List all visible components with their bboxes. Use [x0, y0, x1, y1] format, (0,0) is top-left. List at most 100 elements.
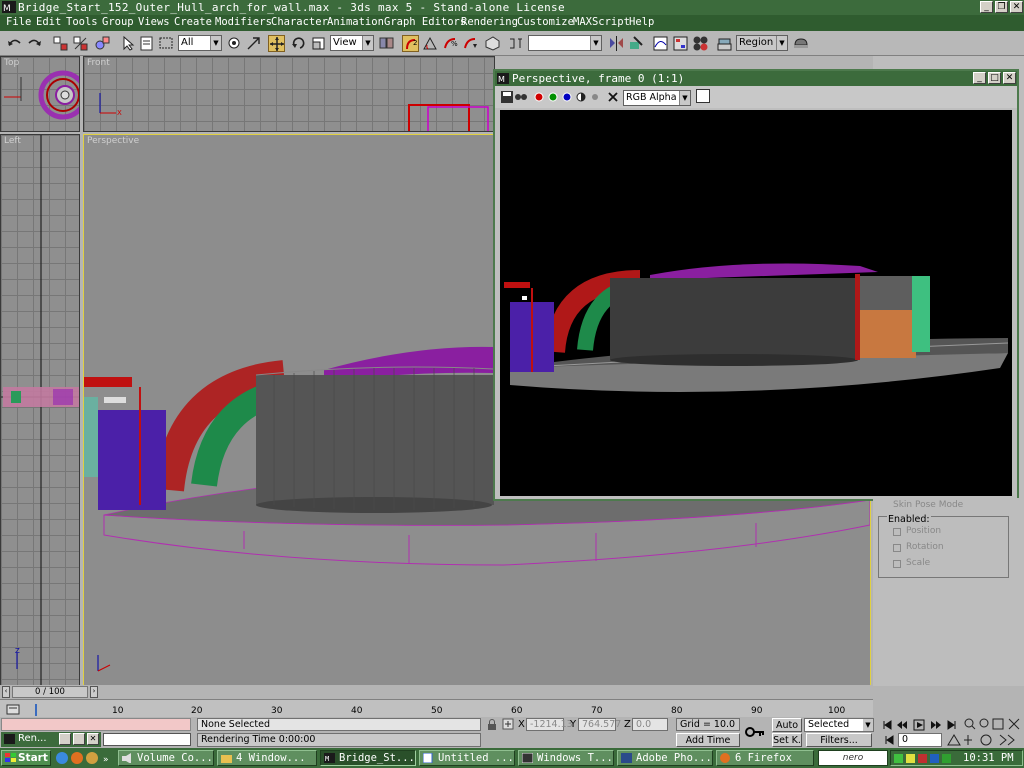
use-pivot-point-center-icon[interactable] — [378, 35, 395, 52]
task-3ds-max[interactable]: M Bridge_St... — [320, 750, 416, 766]
current-frame-field[interactable]: 0 — [898, 733, 942, 747]
select-and-link-icon[interactable] — [52, 35, 69, 52]
menu-maxscript[interactable]: MAXScript — [573, 16, 630, 28]
key-filters-button[interactable]: Filters... — [806, 733, 872, 747]
next-frame-arrow-icon[interactable]: › — [90, 686, 98, 698]
listener-close-button[interactable]: ✕ — [87, 733, 99, 745]
named-selection-set-dropdown[interactable]: ▼ — [528, 35, 602, 51]
menu-edit[interactable]: Edit — [36, 16, 61, 28]
select-by-name-icon[interactable] — [139, 35, 156, 52]
key-filter-dropdown[interactable]: Selected ▼ — [804, 718, 874, 732]
task-untitled[interactable]: Untitled ... — [419, 750, 515, 766]
z-coordinate-field[interactable]: 0.0 — [632, 718, 668, 731]
render-close-button[interactable]: ✕ — [1003, 72, 1016, 84]
redo-icon[interactable] — [26, 35, 43, 52]
scale-checkbox[interactable] — [893, 560, 901, 568]
position-checkbox[interactable] — [893, 528, 901, 536]
menu-modifiers[interactable]: Modifiers — [215, 16, 272, 28]
auto-key-button[interactable]: Auto — [772, 718, 802, 732]
task-volume-control[interactable]: Volume Co... — [118, 750, 214, 766]
maxscript-mini-listener-title[interactable]: Ren... ✕ — [1, 732, 101, 747]
track-bar[interactable]: 10 20 30 40 50 60 70 80 90 100 — [0, 699, 873, 717]
red-channel-icon[interactable] — [533, 91, 545, 103]
select-and-rotate-icon[interactable] — [290, 35, 307, 52]
maxscript-input[interactable] — [103, 733, 191, 746]
task-windows-task-manager[interactable]: Windows T... — [518, 750, 614, 766]
task-adobe-photoshop[interactable]: Adobe Pho... — [617, 750, 713, 766]
render-scene-dialog-icon[interactable] — [716, 35, 733, 52]
green-channel-icon[interactable] — [547, 91, 559, 103]
align-icon[interactable] — [628, 35, 645, 52]
menu-animation[interactable]: Animation — [327, 16, 384, 28]
y-coordinate-field[interactable]: 764.577 — [578, 718, 621, 731]
maxscript-listener-pink[interactable] — [1, 718, 191, 731]
viewport-left[interactable]: Left Z — [0, 134, 80, 686]
display-channel-dropdown[interactable]: RGB Alpha ▼ — [623, 90, 691, 106]
select-and-move-window-icon[interactable] — [226, 35, 243, 52]
tray-icons[interactable] — [893, 752, 953, 765]
menu-rendering[interactable]: Rendering — [461, 16, 518, 28]
set-key-icon[interactable] — [744, 722, 766, 742]
task-firefox-group[interactable]: 6 Firefox — [716, 750, 814, 766]
save-bitmap-icon[interactable] — [501, 91, 513, 103]
percent-snap-icon[interactable]: % — [442, 35, 459, 52]
curve-editor-icon[interactable] — [652, 35, 669, 52]
listener-maximize-button[interactable] — [73, 733, 85, 745]
close-button[interactable]: ✕ — [1010, 1, 1023, 13]
schematic-view-icon[interactable] — [672, 35, 689, 52]
lock-selection-icon[interactable] — [486, 718, 498, 731]
skin-pose-mode-label[interactable]: Skin Pose Mode — [893, 500, 963, 510]
render-maximize-button[interactable]: □ — [988, 72, 1001, 84]
track-bar-open-icon[interactable] — [6, 702, 20, 716]
minimize-button[interactable]: _ — [980, 1, 993, 13]
clear-icon[interactable] — [607, 91, 619, 103]
render-type-dropdown[interactable]: Region ▼ — [736, 35, 788, 51]
menu-create[interactable]: Create — [174, 16, 212, 28]
menu-file[interactable]: File — [6, 16, 31, 28]
prev-frame-arrow-icon[interactable]: ‹ — [2, 686, 10, 698]
menu-group[interactable]: Group — [102, 16, 134, 28]
alpha-channel-icon[interactable] — [575, 91, 587, 103]
start-button[interactable]: Start — [1, 750, 51, 766]
key-mode-toggle-icon[interactable] — [884, 734, 896, 746]
restore-button[interactable]: ❐ — [995, 1, 1008, 13]
viewport-top[interactable]: Top — [0, 56, 80, 132]
unlink-selection-icon[interactable] — [72, 35, 89, 52]
rotation-checkbox[interactable] — [893, 544, 901, 552]
edit-named-selection-icon[interactable] — [484, 35, 501, 52]
render-window-title-bar[interactable]: M Perspective, frame 0 (1:1) _ □ ✕ — [495, 71, 1017, 86]
reference-coordinate-dropdown[interactable]: View ▼ — [330, 35, 374, 51]
render-minimize-button[interactable]: _ — [973, 72, 986, 84]
select-and-scale-icon[interactable] — [310, 35, 327, 52]
quick-render-icon[interactable] — [792, 35, 809, 52]
mirror-icon[interactable] — [608, 35, 625, 52]
named-selection-sets-icon[interactable] — [508, 35, 525, 52]
snaps-toggle-icon[interactable]: 2 — [402, 35, 419, 52]
selection-filter-dropdown[interactable]: All ▼ — [178, 35, 222, 51]
menu-views[interactable]: Views — [138, 16, 170, 28]
color-swatch[interactable] — [696, 89, 710, 103]
menu-tools[interactable]: Tools — [66, 16, 98, 28]
x-coordinate-field[interactable]: -1214.13 — [526, 718, 573, 731]
select-and-move-icon[interactable] — [268, 35, 285, 52]
bind-to-space-warp-icon[interactable] — [94, 35, 111, 52]
nero-tray-logo[interactable]: nero — [818, 750, 888, 766]
menu-help[interactable]: Help — [629, 16, 654, 28]
monochrome-icon[interactable] — [589, 91, 601, 103]
rectangular-selection-region-icon[interactable] — [158, 35, 175, 52]
undo-icon[interactable] — [6, 35, 23, 52]
task-windows-explorer-group[interactable]: 4 Window... — [217, 750, 317, 766]
crossing-icon[interactable] — [245, 35, 262, 52]
menu-graph-editors[interactable]: Graph Editors — [384, 16, 466, 28]
clone-window-icon[interactable] — [515, 91, 527, 103]
listener-minimize-button[interactable] — [59, 733, 71, 745]
time-slider-thumb[interactable]: 0 / 100 — [12, 686, 88, 698]
blue-channel-icon[interactable] — [561, 91, 573, 103]
angle-snap-toggle-icon[interactable] — [422, 35, 439, 52]
set-key-button[interactable]: Set K. — [772, 733, 802, 747]
spinner-snap-toggle-icon[interactable] — [462, 35, 479, 52]
time-slider[interactable]: ‹ 0 / 100 › — [0, 685, 873, 699]
add-time-tag-button[interactable]: Add Time Tag — [676, 733, 740, 759]
absolute-mode-icon[interactable] — [502, 718, 514, 731]
material-editor-icon[interactable] — [692, 35, 709, 52]
